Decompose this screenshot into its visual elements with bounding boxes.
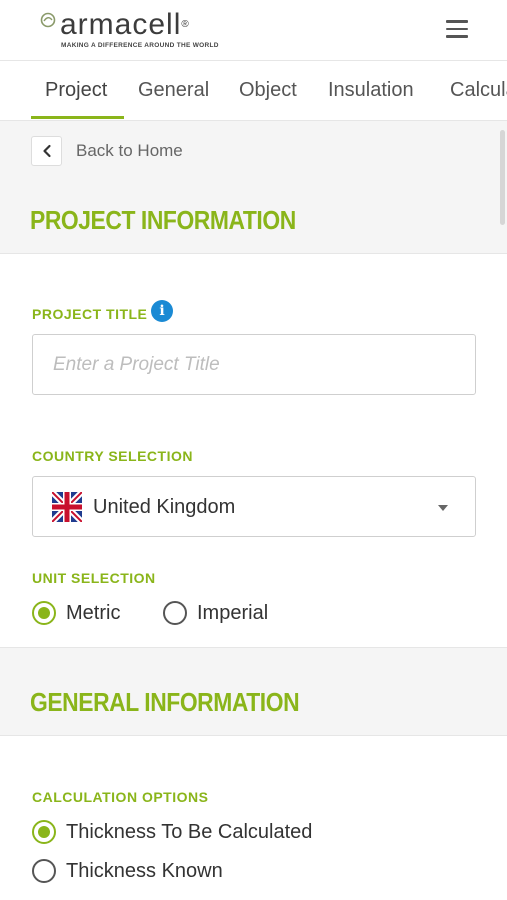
app-header: armacell® MAKING A DIFFERENCE AROUND THE… xyxy=(0,0,507,61)
chevron-left-icon xyxy=(42,144,51,158)
thickness-calculated-radio[interactable] xyxy=(32,820,56,844)
page-scrollbar[interactable] xyxy=(500,130,505,225)
armacell-logo[interactable]: armacell® MAKING A DIFFERENCE AROUND THE… xyxy=(40,9,219,49)
tab-insulation[interactable]: Insulation xyxy=(328,79,414,102)
country-select[interactable]: United Kingdom xyxy=(32,476,476,537)
tab-general[interactable]: General xyxy=(138,79,209,102)
imperial-radio-label[interactable]: Imperial xyxy=(197,602,268,625)
thickness-calculated-label[interactable]: Thickness To Be Calculated xyxy=(66,821,312,844)
logo-mark-icon xyxy=(40,12,56,28)
back-button[interactable] xyxy=(31,136,62,166)
imperial-radio[interactable] xyxy=(163,601,187,625)
logo-registered-mark: ® xyxy=(181,19,190,30)
project-title-label: PROJECT TITLE xyxy=(32,306,148,322)
tab-calculation[interactable]: Calcula xyxy=(450,79,507,102)
calculation-options-label: CALCULATION OPTIONS xyxy=(32,789,209,805)
logo-wordmark: armacell xyxy=(60,8,182,41)
step-tabs: Project General Object Insulation Calcul… xyxy=(0,61,507,121)
tab-object[interactable]: Object xyxy=(239,79,297,102)
metric-radio-label[interactable]: Metric xyxy=(66,602,120,625)
logo-tagline: MAKING A DIFFERENCE AROUND THE WORLD xyxy=(61,42,219,49)
country-selected-value: United Kingdom xyxy=(93,496,236,518)
general-information-heading: GENERAL INFORMATION xyxy=(30,687,300,717)
hamburger-menu-icon[interactable] xyxy=(446,20,470,38)
country-selection-label: COUNTRY SELECTION xyxy=(32,448,193,464)
metric-radio[interactable] xyxy=(32,601,56,625)
thickness-known-radio[interactable] xyxy=(32,859,56,883)
thickness-known-label[interactable]: Thickness Known xyxy=(66,860,223,883)
dropdown-caret-icon xyxy=(438,505,448,511)
tab-project[interactable]: Project xyxy=(45,79,107,102)
project-information-heading: PROJECT INFORMATION xyxy=(30,205,296,235)
back-to-home-link[interactable]: Back to Home xyxy=(76,141,183,161)
info-icon[interactable]: i xyxy=(151,300,173,322)
active-tab-indicator xyxy=(31,116,124,119)
uk-flag-icon xyxy=(52,492,82,522)
project-title-input[interactable] xyxy=(32,334,476,395)
unit-selection-label: UNIT SELECTION xyxy=(32,570,156,586)
